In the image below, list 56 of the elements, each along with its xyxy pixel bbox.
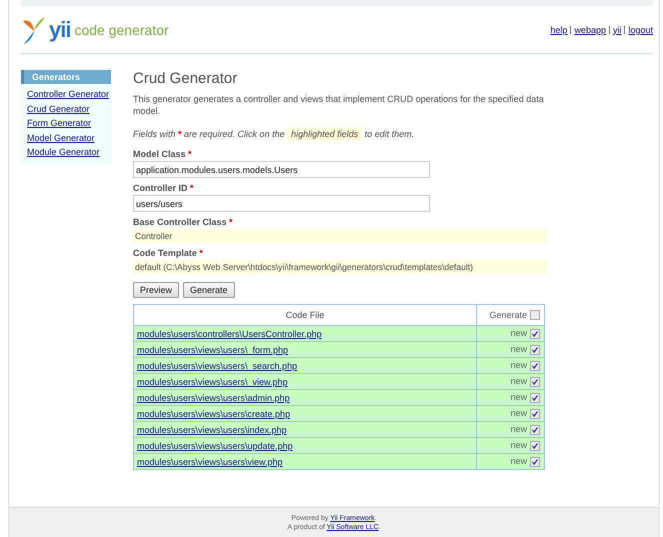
checkbox[interactable]: [530, 392, 540, 403]
status-text: new: [510, 392, 527, 402]
status-text: new: [510, 376, 527, 386]
form-button[interactable]: Generate: [183, 282, 235, 298]
file-link[interactable]: modules\users\views\users\update.php: [137, 440, 293, 450]
status-text: new: [510, 344, 527, 354]
file-link[interactable]: modules\users\controllers\UsersController.php: [137, 328, 322, 338]
checkbox[interactable]: [530, 424, 540, 435]
file-link[interactable]: modules\users\views\users\create.php: [137, 408, 290, 418]
checkbox[interactable]: [530, 440, 540, 451]
description-text: This generator generates a controller and views that implement CRUD operations for the specified data model.: [133, 93, 545, 117]
file-link[interactable]: modules\users\views\users\admin.php: [137, 392, 290, 402]
status-text: new: [510, 360, 527, 370]
checkbox[interactable]: [530, 328, 540, 339]
checkbox[interactable]: [530, 408, 540, 419]
sidebar-link[interactable]: Module Generator: [21, 145, 111, 160]
logo-subtitle: code generator: [74, 22, 169, 38]
header-link[interactable]: yii: [612, 24, 622, 34]
column-header: Generate: [476, 304, 544, 326]
field-label: Model Class *: [133, 149, 193, 159]
status-text: new: [510, 456, 527, 466]
field-label: Code Template *: [133, 248, 204, 258]
sidebar-link[interactable]: Form Generator: [21, 116, 111, 130]
file-link[interactable]: modules\users\views\users\_search.php: [137, 360, 298, 370]
checkbox[interactable]: [530, 360, 540, 371]
highlighted-field[interactable]: Controller: [133, 229, 547, 243]
header-link[interactable]: help: [550, 24, 568, 34]
column-header: Code File: [134, 304, 476, 326]
input-field[interactable]: application.modules.users.models.Users: [133, 161, 430, 178]
field-label: Base Controller Class *: [133, 217, 234, 227]
checkbox[interactable]: [530, 344, 540, 355]
logo-text: yii: [49, 16, 70, 42]
page-title: Crud Generator: [133, 70, 238, 87]
file-link[interactable]: modules\users\views\users\index.php: [137, 424, 287, 434]
form-button[interactable]: Preview: [133, 282, 180, 298]
highlighted-field[interactable]: default (C:\Abyss Web Server\htdocs\yii\framework\gii\generators\crud\templates\default): [133, 260, 547, 274]
status-text: new: [510, 328, 527, 338]
sidebar-link[interactable]: Crud Generator: [21, 102, 111, 116]
header-link[interactable]: logout: [628, 24, 653, 34]
status-text: new: [510, 440, 527, 450]
sidebar-link[interactable]: Controller Generator: [21, 87, 111, 102]
status-text: new: [510, 424, 527, 434]
hint-text: Fields with * are required. Click on the highlighted fields to edit them.: [133, 129, 416, 139]
field-label: Controller ID *: [133, 183, 195, 193]
status-text: new: [510, 408, 527, 418]
file-link[interactable]: modules\users\views\users\_view.php: [137, 376, 288, 386]
checkbox[interactable]: [530, 456, 540, 467]
checkbox[interactable]: [530, 310, 540, 320]
input-field[interactable]: users/users: [133, 195, 430, 212]
checkbox[interactable]: [530, 376, 540, 387]
header-link[interactable]: webapp: [574, 24, 606, 34]
file-link[interactable]: modules\users\views\users\_form.php: [137, 344, 288, 354]
file-link[interactable]: modules\users\views\users\view.php: [137, 456, 283, 466]
sidebar-link[interactable]: Model Generator: [21, 130, 111, 145]
logo-icon: [21, 14, 47, 44]
sidebar-title: Generators: [21, 70, 111, 84]
